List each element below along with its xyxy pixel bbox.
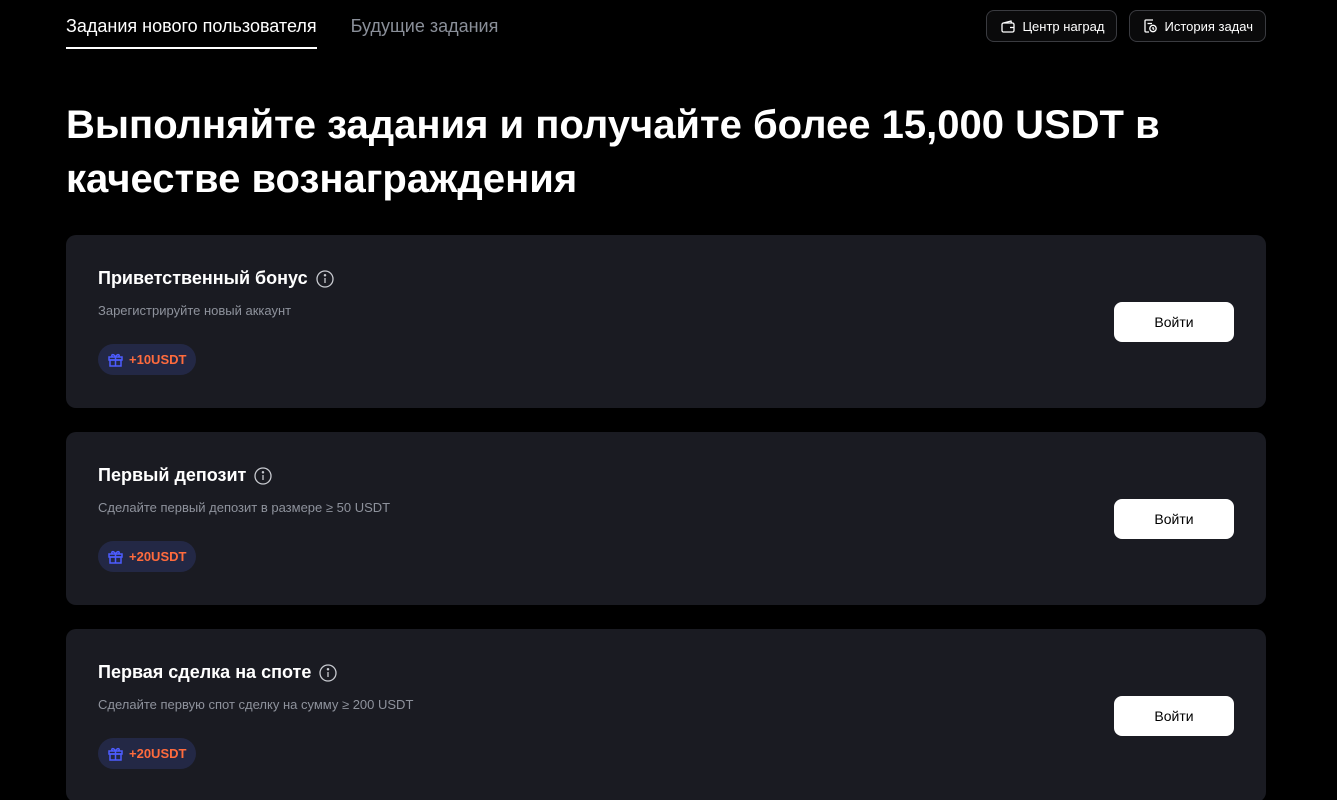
task-title-row: Приветственный бонус: [98, 268, 334, 289]
login-button[interactable]: Войти: [1114, 499, 1234, 539]
top-actions: Центр наград История задач: [986, 10, 1266, 42]
task-card-welcome-bonus: Приветственный бонус Зарегистрируйте нов…: [66, 235, 1266, 408]
reward-amount: +10USDT: [129, 352, 187, 367]
task-history-label: История задач: [1164, 18, 1253, 34]
task-title: Приветственный бонус: [98, 268, 308, 288]
task-description: Сделайте первую спот сделку на сумму ≥ 2…: [98, 697, 414, 712]
reward-amount: +20USDT: [129, 549, 187, 564]
login-button[interactable]: Войти: [1114, 696, 1234, 736]
rewards-center-label: Центр наград: [1022, 18, 1105, 34]
wallet-icon: [1001, 19, 1016, 33]
task-description: Зарегистрируйте новый аккаунт: [98, 303, 292, 318]
reward-badge: +20USDT: [98, 738, 197, 769]
page-title: Выполняйте задания и получайте более 15,…: [66, 103, 1160, 201]
history-icon: [1144, 19, 1158, 33]
rewards-page: Задания нового пользователя Будущие зада…: [0, 0, 1337, 800]
task-title-row: Первый депозит: [98, 465, 272, 486]
info-icon[interactable]: [319, 663, 337, 682]
tab-new-user-tasks[interactable]: Задания нового пользователя: [66, 0, 317, 50]
info-icon[interactable]: [254, 466, 272, 485]
task-title: Первый депозит: [98, 465, 247, 485]
task-card-first-deposit: Первый депозит Сделайте первый депозит в…: [66, 432, 1266, 605]
gift-icon: [108, 747, 123, 761]
task-card-first-spot-trade: Первая сделка на споте Сделайте первую с…: [66, 629, 1266, 800]
reward-badge: +20USDT: [98, 541, 197, 572]
task-tabs: Задания нового пользователя Будущие зада…: [66, 0, 532, 50]
rewards-center-button[interactable]: Центр наград: [986, 10, 1118, 42]
gift-icon: [108, 550, 123, 564]
reward-badge: +10USDT: [98, 344, 197, 375]
login-button[interactable]: Войти: [1114, 302, 1234, 342]
reward-amount: +20USDT: [129, 746, 187, 761]
task-description: Сделайте первый депозит в размере ≥ 50 U…: [98, 500, 391, 515]
tab-future-tasks[interactable]: Будущие задания: [351, 0, 499, 50]
task-title-row: Первая сделка на споте: [98, 662, 337, 683]
task-title: Первая сделка на споте: [98, 662, 312, 682]
gift-icon: [108, 353, 123, 367]
task-history-button[interactable]: История задач: [1129, 10, 1266, 42]
info-icon[interactable]: [315, 269, 334, 288]
top-nav: Задания нового пользователя Будущие зада…: [66, 0, 1266, 50]
